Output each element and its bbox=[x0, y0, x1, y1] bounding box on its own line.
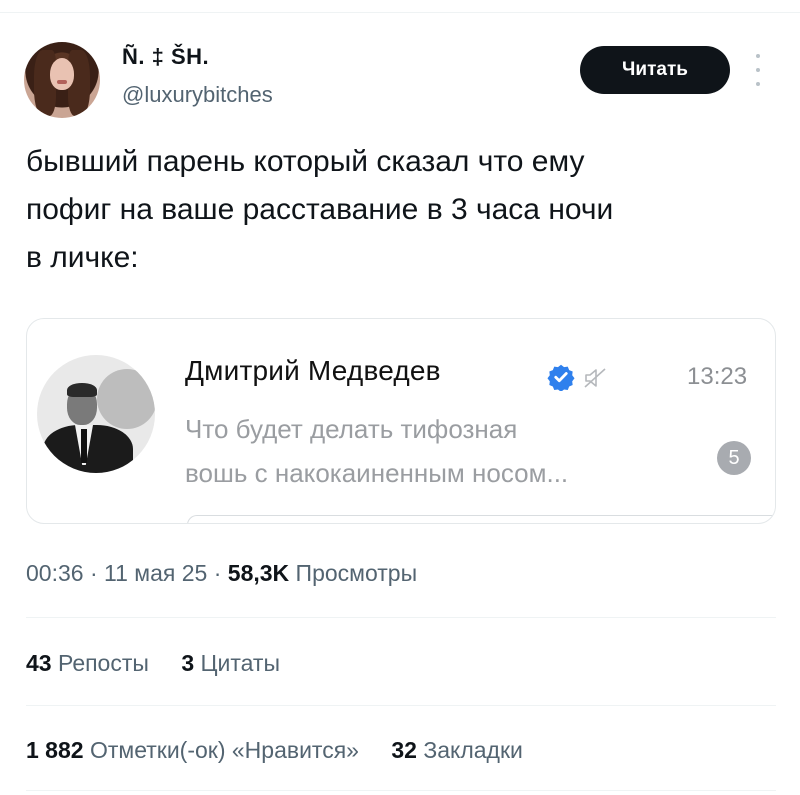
likes-stat[interactable]: 1 882 Отметки(-ок) «Нравится» bbox=[26, 737, 359, 763]
tweet-text: бывший парень который сказал что ему поф… bbox=[26, 138, 786, 282]
bookmarks-count: 32 bbox=[391, 737, 417, 763]
meta-dot: · bbox=[89, 560, 105, 586]
tweet-date[interactable]: 11 мая 25 bbox=[104, 560, 207, 586]
likes-count: 1 882 bbox=[26, 737, 84, 763]
engagement-row: 43 Репосты 3 Цитаты bbox=[26, 650, 306, 677]
reposts-label: Репосты bbox=[57, 650, 149, 676]
tweet-text-line: в личке: bbox=[26, 241, 139, 274]
quotes-count: 3 bbox=[181, 650, 195, 676]
avatar-face bbox=[50, 58, 74, 90]
avatar-lips bbox=[57, 80, 67, 84]
dm-message-preview: Что будет делать тифозная вошь с накокаи… bbox=[185, 407, 705, 495]
top-divider bbox=[0, 12, 800, 13]
dm-divider bbox=[187, 515, 775, 523]
tweet-text-line: пофиг на ваше расставание в 3 часа ночи bbox=[26, 193, 614, 226]
reposts-count: 43 bbox=[26, 650, 52, 676]
divider bbox=[26, 790, 776, 791]
tweet-time[interactable]: 00:36 bbox=[26, 560, 84, 586]
engagement-row: 1 882 Отметки(-ок) «Нравится» 32 Закладк… bbox=[26, 737, 549, 764]
divider bbox=[26, 705, 776, 706]
attached-image[interactable]: Дмитрий Медведев 13:23 Что будет делать … bbox=[26, 318, 776, 524]
verified-badge-icon bbox=[547, 364, 575, 391]
dm-contact-avatar bbox=[37, 355, 155, 473]
dm-message-line: Что будет делать тифозная bbox=[185, 414, 518, 444]
quotes-stat[interactable]: 3 Цитаты bbox=[181, 650, 280, 676]
dm-message-line: вошь с накокаиненным носом... bbox=[185, 458, 569, 488]
author-handle[interactable]: @luxurybitches bbox=[122, 82, 273, 108]
dm-time: 13:23 bbox=[687, 363, 748, 390]
muted-speaker-icon bbox=[584, 368, 606, 388]
unread-count-badge: 5 bbox=[717, 441, 751, 475]
bookmarks-label: Закладки bbox=[423, 737, 523, 763]
views-label[interactable]: Просмотры bbox=[296, 560, 418, 586]
tweet-meta: 00:36 · 11 мая 25 · 58,3K Просмотры bbox=[26, 560, 417, 587]
quotes-label: Цитаты bbox=[200, 650, 281, 676]
divider bbox=[26, 617, 776, 618]
author-avatar[interactable] bbox=[24, 42, 100, 118]
meta-dot: · bbox=[213, 560, 228, 586]
views-count[interactable]: 58,3K bbox=[228, 560, 289, 586]
reposts-stat[interactable]: 43 Репосты bbox=[26, 650, 149, 676]
likes-label: Отметки(-ок) «Нравится» bbox=[89, 737, 359, 763]
follow-button[interactable]: Читать bbox=[580, 46, 730, 94]
more-options-icon[interactable] bbox=[752, 54, 764, 86]
dm-contact-name: Дмитрий Медведев bbox=[185, 355, 441, 386]
bookmarks-stat[interactable]: 32 Закладки bbox=[391, 737, 523, 763]
tweet-text-line: бывший парень который сказал что ему bbox=[26, 145, 585, 178]
author-display-name[interactable]: Ñ. ‡ ŠH. bbox=[122, 44, 209, 70]
